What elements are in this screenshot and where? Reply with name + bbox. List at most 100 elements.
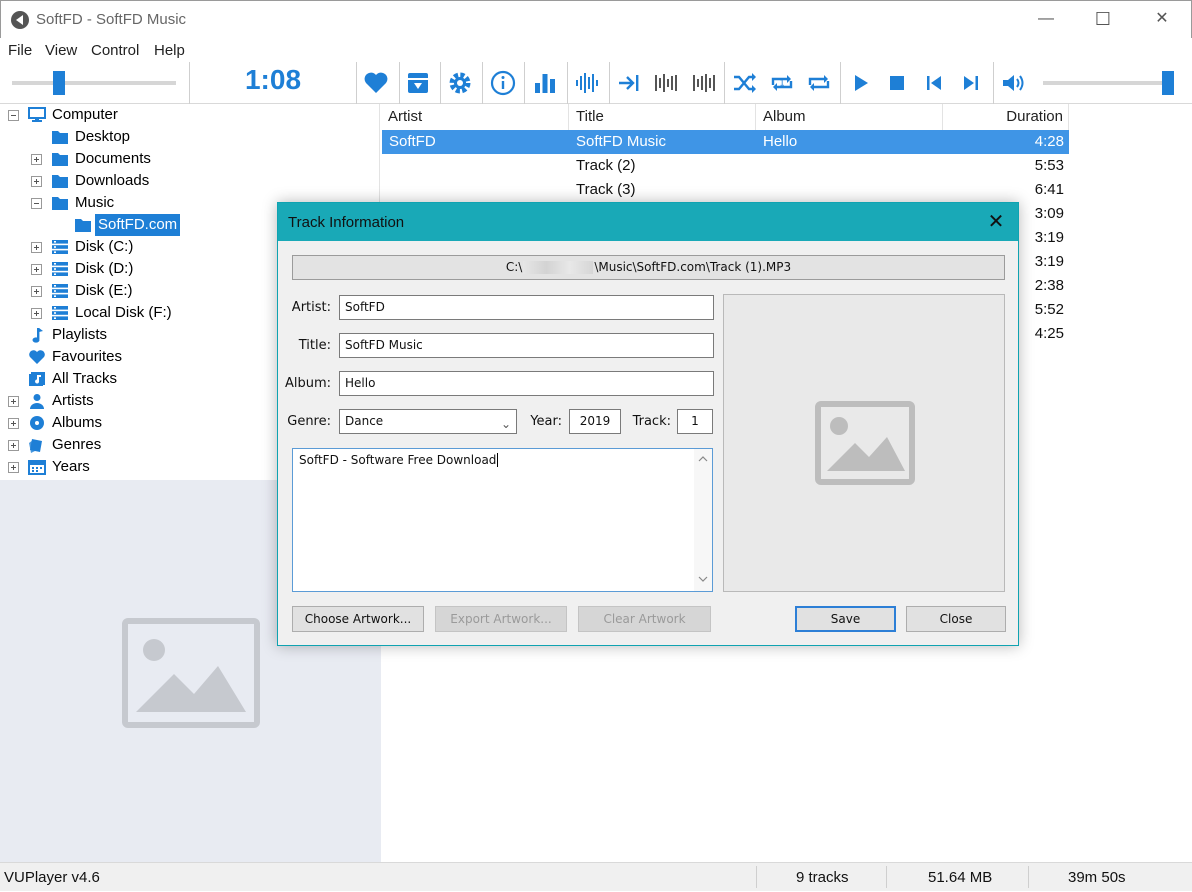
comment-field[interactable]: SoftFD - Software Free Download — [292, 448, 713, 592]
track-duration: 6:41 — [1034, 181, 1064, 198]
column-artist[interactable]: Artist — [381, 104, 569, 130]
expand-icon[interactable] — [8, 462, 19, 473]
export-artwork-button[interactable]: Export Artwork... — [435, 606, 567, 632]
artist-field[interactable]: SoftFD — [339, 295, 714, 320]
collapse-icon[interactable] — [8, 110, 19, 121]
dialog-close-icon[interactable]: ✕ — [982, 208, 1010, 236]
tree-item-label: Desktop — [75, 128, 131, 145]
shuffle-button[interactable] — [727, 66, 763, 100]
options-button[interactable] — [442, 66, 478, 100]
menu-file[interactable]: File — [8, 42, 32, 59]
tree-item-label: Music — [75, 194, 115, 211]
dialog-title-bar: Track Information ✕ — [278, 203, 1018, 241]
expand-icon[interactable] — [8, 396, 19, 407]
menu-control[interactable]: Control — [91, 42, 139, 59]
expand-icon[interactable] — [31, 264, 42, 275]
track-row[interactable]: SoftFD SoftFD Music Hello 4:28 — [382, 130, 1069, 154]
folder-icon — [51, 173, 69, 189]
visualiser-icon — [535, 74, 555, 93]
dialog-close-button[interactable]: Close — [906, 606, 1006, 632]
scroll-up-icon[interactable] — [698, 455, 708, 463]
tree-item[interactable]: Documents — [0, 148, 380, 170]
visualiser-button[interactable] — [527, 66, 563, 100]
previous-button[interactable] — [916, 66, 952, 100]
tree-item[interactable]: Desktop — [0, 126, 380, 148]
scroll-down-icon[interactable] — [698, 575, 708, 583]
tree-item-label: Documents — [75, 150, 151, 167]
collapse-icon[interactable] — [31, 198, 42, 209]
convert-button[interactable] — [400, 66, 436, 100]
menu-help[interactable]: Help — [154, 42, 185, 59]
volume-slider-thumb[interactable] — [1162, 71, 1174, 95]
expand-icon[interactable] — [8, 418, 19, 429]
gapless-button[interactable] — [686, 66, 722, 100]
tree-item-label: Disk (C:) — [75, 238, 134, 255]
expand-icon[interactable] — [31, 154, 42, 165]
repeat-all-icon — [808, 75, 830, 91]
track-row[interactable]: Track (3) 6:41 — [382, 178, 1069, 202]
person-icon — [28, 393, 46, 409]
follow-track-button[interactable] — [611, 66, 647, 100]
choose-artwork-button[interactable]: Choose Artwork... — [292, 606, 424, 632]
stop-button[interactable] — [879, 66, 915, 100]
expand-icon[interactable] — [31, 176, 42, 187]
repeat-one-icon: 1 — [771, 75, 793, 91]
play-button[interactable] — [843, 66, 879, 100]
comment-scrollbar[interactable] — [694, 449, 712, 591]
seek-slider-thumb[interactable] — [53, 71, 66, 95]
all-tracks-icon — [28, 371, 46, 387]
column-album[interactable]: Album — [756, 104, 943, 130]
waveform-button[interactable] — [569, 66, 605, 100]
elapsed-time: 1:08 — [244, 64, 302, 95]
convert-icon — [408, 73, 428, 93]
repeat-playlist-button[interactable] — [801, 66, 837, 100]
clear-artwork-button[interactable]: Clear Artwork — [578, 606, 711, 632]
menu-view[interactable]: View — [45, 42, 77, 59]
drive-icon — [51, 283, 69, 299]
next-button[interactable] — [953, 66, 989, 100]
mute-button[interactable] — [996, 66, 1032, 100]
seek-slider[interactable] — [12, 81, 176, 85]
column-title[interactable]: Title — [569, 104, 756, 130]
expand-icon[interactable] — [31, 286, 42, 297]
track-title: Track (2) — [576, 157, 636, 174]
play-icon — [855, 75, 868, 91]
title-field[interactable]: SoftFD Music — [339, 333, 714, 358]
info-icon — [490, 70, 516, 96]
tree-item[interactable]: Computer — [0, 104, 380, 126]
track-label: Track: — [632, 414, 671, 429]
tree-item-label: Albums — [52, 414, 103, 431]
maximize-button[interactable]: ☐ — [1080, 1, 1126, 37]
expand-icon[interactable] — [8, 440, 19, 451]
save-button[interactable]: Save — [795, 606, 896, 632]
drive-icon — [51, 261, 69, 277]
genre-icon — [28, 437, 46, 453]
album-field[interactable]: Hello — [339, 371, 714, 396]
close-button[interactable]: ✕ — [1139, 1, 1185, 37]
expand-icon[interactable] — [31, 308, 42, 319]
track-row[interactable]: Track (2) 5:53 — [382, 154, 1069, 178]
tree-item[interactable]: Downloads — [0, 170, 380, 192]
file-path-prefix: C:\ — [505, 260, 523, 274]
crossfade-button[interactable] — [648, 66, 684, 100]
genre-dropdown[interactable]: Dance ⌄ — [339, 409, 517, 434]
status-bar: VUPlayer v4.6 9 tracks 51.64 MB 39m 50s — [0, 862, 1192, 891]
artist-label: Artist: — [291, 300, 331, 315]
heart-icon — [28, 349, 46, 365]
minimize-button[interactable]: — — [1023, 1, 1069, 37]
window-title-bar: SoftFD - SoftFD Music — ☐ ✕ — [0, 0, 1192, 38]
track-duration: 4:25 — [1034, 325, 1064, 342]
column-duration[interactable]: Duration — [943, 104, 1069, 130]
expand-icon[interactable] — [31, 242, 42, 253]
favourite-button[interactable] — [358, 66, 394, 100]
repeat-track-button[interactable]: 1 — [764, 66, 800, 100]
track-number-field[interactable]: 1 — [677, 409, 713, 434]
track-info-button[interactable] — [485, 66, 521, 100]
previous-icon — [927, 76, 941, 90]
monitor-icon — [28, 107, 46, 123]
track-information-dialog: Track Information ✕ C:\ \Music\SoftFD.com… — [277, 202, 1019, 646]
volume-slider[interactable] — [1043, 81, 1174, 85]
folder-icon — [51, 129, 69, 145]
year-field[interactable]: 2019 — [569, 409, 621, 434]
stop-icon — [890, 76, 904, 90]
